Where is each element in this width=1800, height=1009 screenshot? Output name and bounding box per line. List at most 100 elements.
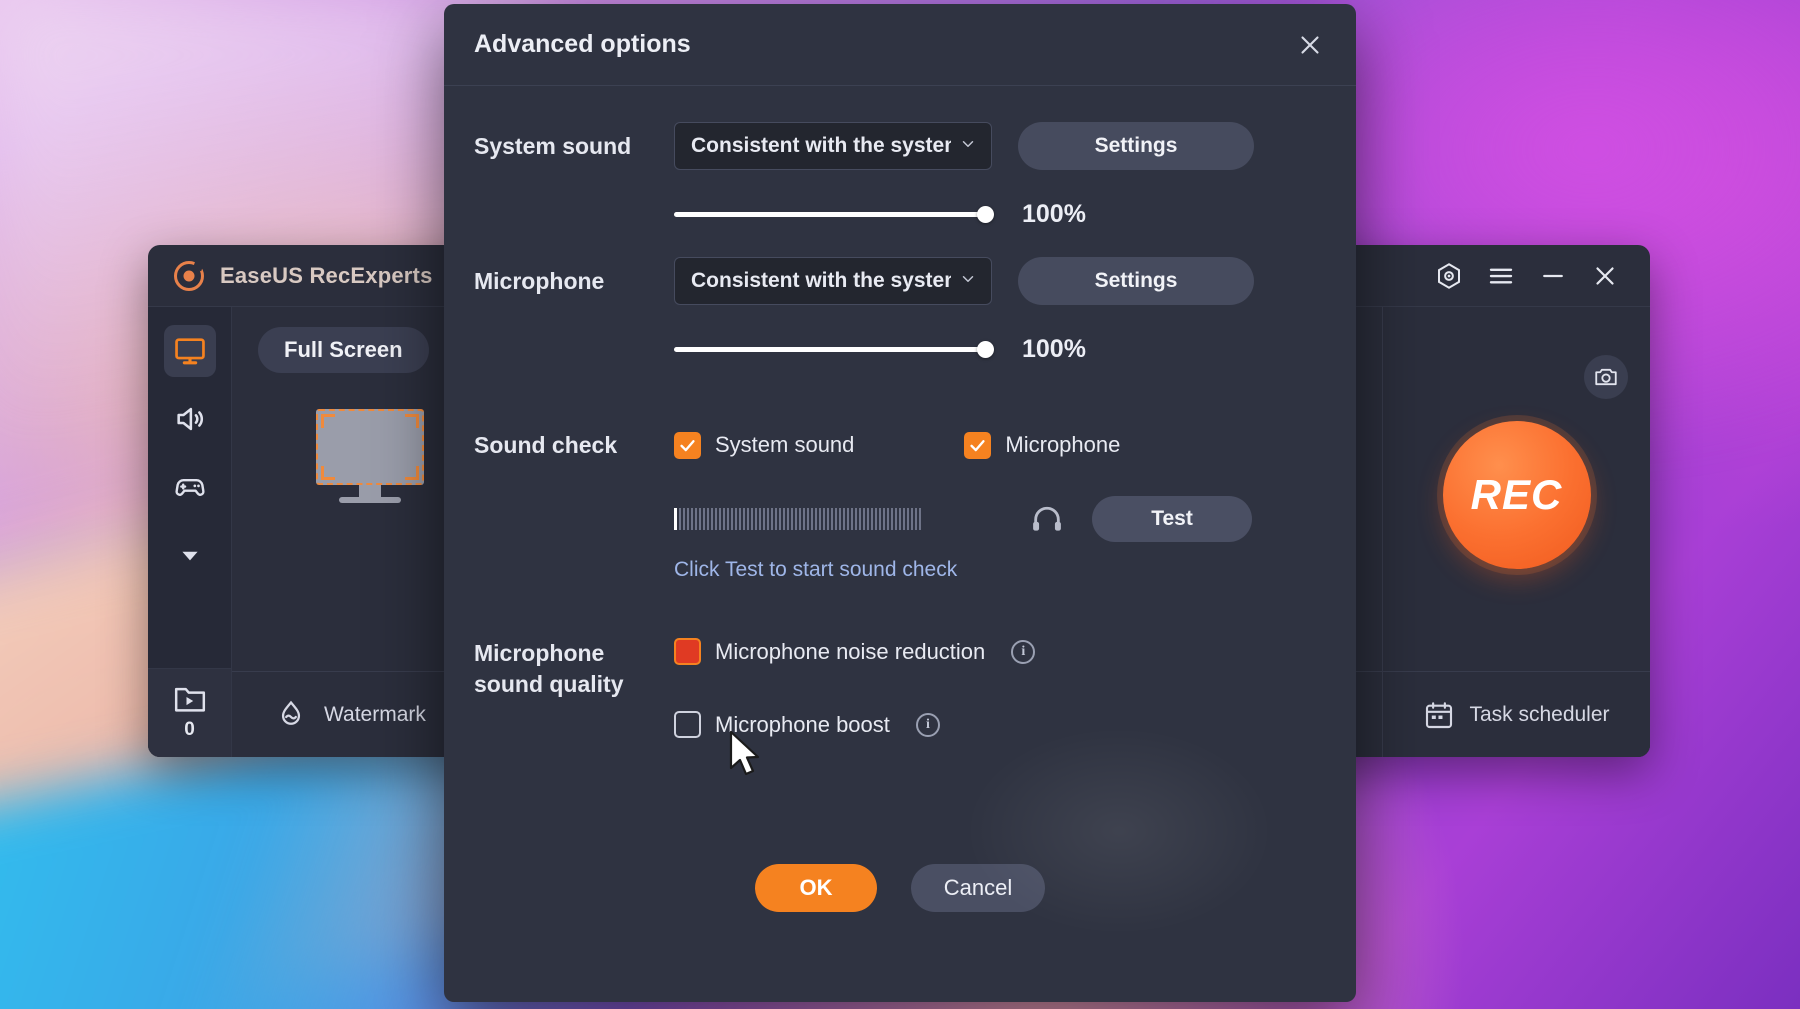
- test-button[interactable]: Test: [1092, 496, 1252, 543]
- meter-tick: [823, 508, 825, 531]
- meter-tick: [775, 508, 777, 531]
- sidebar-item-game[interactable]: [164, 461, 216, 513]
- microphone-volume-value: 100%: [1022, 335, 1086, 363]
- system-sound-volume-slider[interactable]: [674, 206, 994, 224]
- dialog-body: System sound Consistent with the system …: [444, 86, 1356, 936]
- slider-track: [674, 347, 992, 352]
- crop-marker-top-right: [405, 414, 419, 428]
- checkbox-box: [964, 431, 992, 459]
- meter-tick: [687, 508, 689, 531]
- minimize-icon[interactable]: [1530, 253, 1576, 299]
- meter-tick: [883, 508, 885, 531]
- sound-level-meter-row: Test: [674, 496, 1326, 543]
- close-icon[interactable]: [1582, 253, 1628, 299]
- meter-tick: [679, 508, 681, 531]
- sound-check-system-sound-checkbox[interactable]: System sound: [674, 431, 854, 459]
- meter-tick: [839, 508, 841, 531]
- meter-tick: [903, 508, 905, 531]
- mode-selector-button[interactable]: Full Screen: [258, 327, 429, 373]
- meter-tick: [799, 508, 801, 531]
- slider-thumb[interactable]: [977, 341, 994, 358]
- info-icon[interactable]: i: [1011, 639, 1036, 664]
- microphone-label: Microphone: [474, 267, 605, 294]
- meter-tick: [847, 508, 849, 531]
- monitor-selection-preview[interactable]: [316, 409, 424, 503]
- meter-tick: [875, 508, 877, 531]
- meter-tick: [911, 508, 913, 531]
- meter-tick: [859, 508, 861, 531]
- task-scheduler-button[interactable]: Task scheduler: [1382, 672, 1650, 757]
- meter-tick: [739, 508, 741, 531]
- headphone-icon[interactable]: [1028, 502, 1066, 536]
- meter-tick: [879, 508, 881, 531]
- sidebar-item-screen[interactable]: [163, 325, 216, 377]
- meter-tick: [815, 508, 817, 531]
- meter-tick: [711, 508, 713, 531]
- microphone-select[interactable]: Consistent with the system: [674, 257, 992, 305]
- meter-tick: [891, 508, 893, 531]
- sound-check-microphone-checkbox[interactable]: Microphone: [964, 431, 1121, 459]
- task-scheduler-label: Task scheduler: [1469, 702, 1610, 726]
- meter-tick: [807, 508, 809, 531]
- meter-tick: [751, 508, 753, 531]
- cancel-button[interactable]: Cancel: [911, 864, 1045, 912]
- meter-tick: [919, 508, 921, 531]
- microphone-noise-reduction-checkbox[interactable]: Microphone noise reduction i: [674, 638, 1326, 666]
- water-drop-icon: [281, 700, 301, 725]
- watermark-label: Watermark: [324, 702, 426, 726]
- meter-tick: [699, 508, 701, 531]
- meter-tick: [871, 508, 873, 531]
- sound-check-microphone-label: Microphone: [1005, 432, 1121, 458]
- sound-check-row: Sound check System sound Microphone: [474, 430, 1326, 460]
- app-sidebar: 0: [148, 307, 232, 757]
- ok-button[interactable]: OK: [755, 864, 877, 912]
- microphone-select-value: Consistent with the system: [691, 269, 951, 292]
- recordings-button[interactable]: 0: [148, 668, 231, 757]
- meter-tick: [827, 508, 829, 531]
- meter-tick: [855, 508, 857, 531]
- meter-tick: [771, 508, 773, 531]
- meter-tick: [915, 508, 917, 531]
- microphone-volume-slider[interactable]: [674, 341, 994, 359]
- sound-check-hint: Click Test to start sound check: [674, 558, 958, 582]
- sidebar-item-more[interactable]: [164, 529, 216, 581]
- system-sound-select[interactable]: Consistent with the system: [674, 122, 992, 170]
- checkbox-box: [674, 711, 701, 739]
- slider-thumb[interactable]: [977, 206, 994, 223]
- sidebar-item-audio[interactable]: [164, 393, 216, 445]
- meter-tick: [707, 508, 709, 531]
- camera-icon[interactable]: [1584, 355, 1628, 399]
- meter-tick: [743, 508, 745, 531]
- system-sound-settings-button[interactable]: Settings: [1018, 122, 1254, 170]
- advanced-options-dialog: Advanced options System sound Consistent…: [444, 4, 1356, 1002]
- meter-tick: [851, 508, 853, 531]
- system-sound-volume-value: 100%: [1022, 200, 1086, 228]
- meter-tick: [783, 508, 785, 531]
- system-sound-select-value: Consistent with the system: [691, 134, 951, 157]
- record-panel: REC: [1382, 307, 1650, 671]
- info-icon[interactable]: i: [915, 712, 940, 737]
- system-sound-label: System sound: [474, 132, 632, 159]
- meter-tick: [787, 508, 789, 531]
- meter-tick: [674, 508, 677, 531]
- chevron-down-icon: [959, 135, 977, 158]
- close-icon[interactable]: [1288, 23, 1332, 67]
- meter-tick: [731, 508, 733, 531]
- meter-tick: [843, 508, 845, 531]
- microphone-boost-checkbox[interactable]: Microphone boost i: [674, 711, 1326, 739]
- microphone-quality-row: Microphone sound quality Microphone nois…: [474, 638, 1326, 784]
- rec-button[interactable]: REC: [1442, 421, 1591, 569]
- folder-play-icon: [174, 687, 205, 712]
- meter-tick: [803, 508, 805, 531]
- menu-icon[interactable]: [1478, 253, 1524, 299]
- meter-tick: [767, 508, 769, 531]
- calendar-icon: [1426, 701, 1453, 728]
- chevron-down-icon: [959, 270, 977, 293]
- meter-tick: [691, 508, 693, 531]
- meter-tick: [763, 508, 765, 531]
- settings-hex-icon[interactable]: [1426, 253, 1472, 299]
- crop-marker-bottom-left: [321, 466, 335, 480]
- meter-tick: [703, 508, 705, 531]
- meter-tick: [863, 508, 865, 531]
- microphone-settings-button[interactable]: Settings: [1018, 257, 1254, 305]
